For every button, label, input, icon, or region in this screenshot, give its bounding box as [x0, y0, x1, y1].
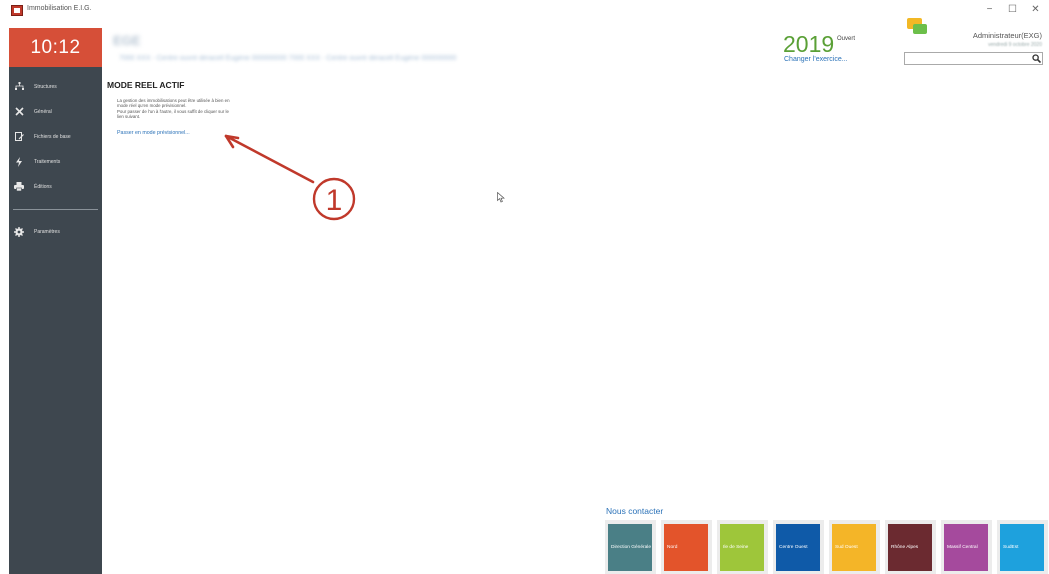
sidebar-item-parametres[interactable]: Paramètres: [9, 219, 102, 244]
search-box: [904, 52, 1043, 70]
tile-label: Direction Générale: [608, 524, 652, 571]
fiscal-year: 2019: [783, 31, 835, 57]
contact-tile-ile-de-seine[interactable]: Ile de Seine: [717, 520, 768, 574]
contact-tile-rhone-alpes[interactable]: Rhône Alpes: [885, 520, 936, 574]
app-window: Immobilisation E.I.G. − ☐ ✕ 10:12 Struct…: [0, 0, 1049, 574]
sidebar-item-fichiers-de-base[interactable]: Fichiers de base: [9, 124, 102, 149]
hierarchy-icon: [14, 82, 24, 92]
contact-tile-sudest[interactable]: SudEst: [997, 520, 1048, 574]
switch-mode-link[interactable]: Passer en mode prévisionnel...: [117, 130, 190, 136]
sidebar-item-label: Éditions: [34, 183, 52, 190]
title-bar: Immobilisation E.I.G. − ☐ ✕: [0, 0, 1049, 22]
search-input[interactable]: [905, 59, 1025, 70]
window-controls: − ☐ ✕: [978, 0, 1047, 20]
bolt-icon: [14, 156, 24, 167]
annotation-arrowhead: [224, 134, 240, 149]
messages-icon[interactable]: [907, 18, 927, 35]
sidebar-item-label: Paramètres: [34, 228, 60, 235]
sidebar-item-general[interactable]: Général: [9, 99, 102, 124]
change-year-link[interactable]: Changer l'exercice...: [784, 56, 848, 63]
sidebar-item-traitements[interactable]: Traitements: [9, 149, 102, 174]
window-title: Immobilisation E.I.G.: [27, 5, 92, 12]
annotation-number: 1: [326, 184, 343, 217]
tile-label: Rhône Alpes: [888, 524, 932, 571]
annotation-arrow: [224, 134, 315, 184]
contact-tile-nord[interactable]: Nord: [661, 520, 712, 574]
contact-tile-direction-generale[interactable]: Direction Générale: [605, 520, 656, 574]
sidebar-item-structures[interactable]: Structures: [9, 74, 102, 99]
tools-icon: [14, 107, 24, 117]
user-date: vendredi 9 octobre 2020: [988, 42, 1042, 48]
company-address: 7000 XXX - Centre ouvré déracell Eugène …: [119, 55, 457, 62]
sidebar-item-label: Structures: [34, 83, 57, 90]
contact-tiles: Direction Générale Nord Ile de Seine Cen…: [605, 520, 1049, 574]
sidebar-item-label: Traitements: [34, 158, 61, 165]
sidebar-nav: Structures Général Fichiers de base Trai…: [9, 67, 102, 244]
sidebar-item-label: Fichiers de base: [34, 133, 71, 140]
contact-tile-centre-ouest[interactable]: Centre Ouest: [773, 520, 824, 574]
year-status: Ouvert: [837, 36, 856, 42]
close-button[interactable]: ✕: [1024, 0, 1047, 20]
app-logo-icon: [11, 5, 23, 16]
tile-label: Massif Central: [944, 524, 988, 571]
tile-label: Sud Ouest: [832, 524, 876, 571]
contact-tile-sud-ouest[interactable]: Sud Ouest: [829, 520, 880, 574]
contact-title: Nous contacter: [606, 506, 664, 516]
tile-label: Nord: [664, 524, 708, 571]
annotation-circle: [312, 177, 356, 221]
search-icon[interactable]: [1031, 54, 1041, 64]
mode-title: MODE REEL ACTIF: [107, 80, 185, 90]
maximize-button[interactable]: ☐: [1001, 0, 1024, 20]
tile-label: Ile de Seine: [720, 524, 764, 571]
user-name: Administrateur(EXG): [972, 31, 1042, 40]
description-line: lien suivant.: [117, 113, 141, 119]
mode-description: La gestion des immobilisations peut être…: [117, 98, 289, 119]
tile-label: Centre Ouest: [776, 524, 820, 571]
contact-tile-massif-central[interactable]: Massif Central: [941, 520, 992, 574]
sidebar: 10:12 Structures Général Fichiers de bas…: [9, 28, 102, 574]
minimize-button[interactable]: −: [978, 0, 1001, 20]
printer-icon: [14, 182, 24, 192]
document-edit-icon: [14, 131, 24, 142]
gear-icon: [14, 226, 24, 237]
clock: 10:12: [9, 28, 102, 67]
tile-label: SudEst: [1000, 524, 1044, 571]
sidebar-divider: [13, 209, 98, 210]
sidebar-item-editions[interactable]: Éditions: [9, 174, 102, 199]
company-name: EGE: [113, 33, 141, 48]
sidebar-item-label: Général: [34, 108, 52, 115]
mouse-cursor-icon: [497, 192, 505, 203]
